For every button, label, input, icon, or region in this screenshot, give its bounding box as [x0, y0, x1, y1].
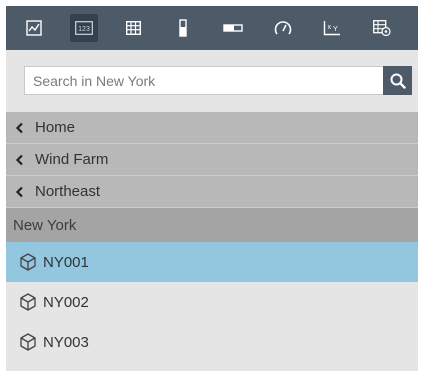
- search-icon: [390, 73, 406, 89]
- numeric-value-icon: 123: [74, 21, 93, 35]
- chevron-left-icon: [15, 122, 27, 134]
- line-chart-icon: [26, 20, 42, 36]
- current-location-label: New York: [13, 216, 77, 234]
- current-location: New York: [6, 208, 418, 242]
- asset-label: NY003: [43, 333, 89, 351]
- svg-text:Y: Y: [333, 26, 338, 33]
- vertical-gauge-icon: [179, 19, 187, 37]
- line-chart-button[interactable]: [20, 14, 48, 42]
- svg-text:123: 123: [78, 26, 90, 33]
- asset-item-ny003[interactable]: NY003: [6, 322, 418, 362]
- search-area: [6, 50, 418, 112]
- chevron-left-icon: [15, 154, 27, 166]
- asset-browser-panel: 123 x Y Search in New York Home Wind Far…: [6, 6, 418, 371]
- breadcrumb-label: Wind Farm: [35, 151, 109, 168]
- radial-gauge-icon: [274, 21, 291, 35]
- cube-icon: [18, 252, 38, 272]
- breadcrumb-wind-farm[interactable]: Wind Farm: [6, 144, 418, 176]
- asset-label: NY002: [43, 293, 89, 311]
- numeric-value-button[interactable]: 123: [69, 14, 98, 42]
- asset-table-button[interactable]: [368, 14, 396, 42]
- svg-text:x: x: [328, 24, 332, 31]
- radial-gauge-button[interactable]: [269, 14, 297, 42]
- asset-label: NY001: [43, 253, 89, 271]
- xy-plot-icon: x Y: [324, 21, 341, 36]
- xy-plot-button[interactable]: x Y: [319, 14, 347, 42]
- table-icon: [125, 21, 141, 35]
- horizontal-gauge-button[interactable]: [219, 14, 247, 42]
- search-button[interactable]: [383, 66, 412, 95]
- asset-item-ny001[interactable]: NY001: [6, 242, 418, 282]
- breadcrumb-northeast[interactable]: Northeast: [6, 176, 418, 208]
- asset-table-icon: [373, 20, 391, 36]
- horizontal-gauge-icon: [223, 24, 243, 32]
- chevron-left-icon: [15, 186, 27, 198]
- cube-icon: [18, 292, 38, 312]
- vertical-gauge-button[interactable]: [169, 14, 197, 42]
- visualization-toolbar: 123 x Y: [6, 6, 418, 50]
- asset-item-ny002[interactable]: NY002: [6, 282, 418, 322]
- cube-icon: [18, 332, 38, 352]
- table-button[interactable]: [120, 14, 148, 42]
- breadcrumb-label: Northeast: [35, 183, 101, 200]
- search-box: [24, 66, 412, 95]
- breadcrumb-label: Home: [35, 119, 76, 136]
- search-input[interactable]: [25, 67, 381, 94]
- breadcrumb-home[interactable]: Home: [6, 112, 418, 144]
